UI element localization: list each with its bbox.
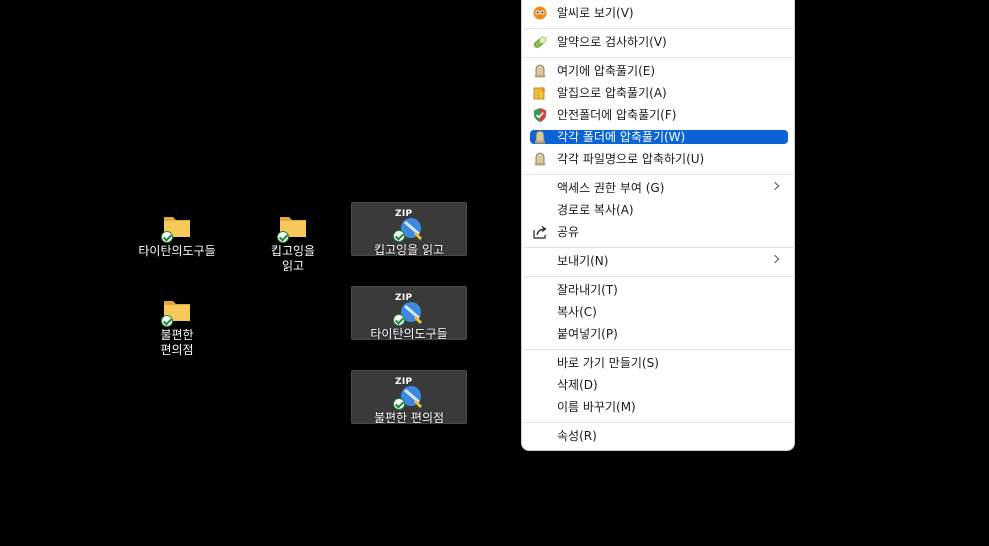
desktop-folder-store[interactable]: 불편한 편의점	[119, 288, 235, 358]
alzip-icon	[532, 85, 548, 101]
menu-item-delete[interactable]: 삭제(D)	[530, 377, 788, 393]
sync-check-icon	[161, 231, 173, 243]
zip-tag: ZIP	[395, 377, 413, 387]
menu-item-alsee-view[interactable]: 알씨로 보기(V)	[530, 5, 788, 21]
menu-separator	[523, 28, 795, 29]
chevron-right-icon	[770, 254, 780, 264]
safe-folder-icon	[532, 107, 548, 123]
chevron-right-icon	[770, 181, 780, 191]
menu-item-label: 액세스 권한 부여 (G)	[557, 181, 665, 195]
zip-archive-icon: ZIP	[393, 293, 425, 326]
share-icon	[532, 224, 548, 240]
menu-separator	[523, 174, 795, 175]
menu-item-label: 안전폴더에 압축풀기(F)	[557, 108, 677, 122]
menu-separator	[523, 422, 795, 423]
menu-item-alyac-scan[interactable]: 알약으로 검사하기(V)	[530, 34, 788, 50]
menu-item-send-to[interactable]: 보내기(N)	[530, 253, 788, 269]
sync-check-icon	[393, 230, 405, 242]
menu-item-label: 바로 가기 만들기(S)	[557, 356, 659, 370]
menu-item-copy-path[interactable]: 경로로 복사(A)	[530, 202, 788, 218]
menu-item-extract-alzip[interactable]: 알집으로 압축풀기(A)	[530, 85, 788, 101]
menu-item-properties[interactable]: 속성(R)	[530, 428, 788, 444]
alsee-icon	[532, 5, 548, 21]
desktop-zip-store[interactable]: ZIP 불편한 편의점	[351, 370, 467, 425]
sync-check-icon	[393, 398, 405, 410]
menu-item-grant-access[interactable]: 액세스 권한 부여 (G)	[530, 180, 788, 196]
menu-item-label: 붙여넣기(P)	[557, 327, 618, 341]
menu-item-extract-here[interactable]: 여기에 압축풀기(E)	[530, 63, 788, 79]
menu-item-extract-safe-folder[interactable]: 안전폴더에 압축풀기(F)	[530, 107, 788, 123]
desktop-zip-titan[interactable]: ZIP 타이탄의도구들	[351, 286, 467, 341]
menu-item-cut[interactable]: 잘라내기(T)	[530, 282, 788, 298]
zip-tag: ZIP	[395, 293, 413, 303]
desktop-icon-label: 불편한 편의점	[160, 328, 194, 357]
menu-item-label: 경로로 복사(A)	[557, 203, 634, 217]
alzip-extract-icon	[532, 129, 548, 145]
zip-tag: ZIP	[395, 209, 413, 219]
menu-item-label: 여기에 압축풀기(E)	[557, 64, 656, 78]
folder-icon	[161, 294, 193, 327]
context-menu: 알씨로 보기(V) 알약으로 검사하기(V) 여기에 압축풀기(E) 알집으로 …	[521, 0, 795, 451]
desktop-icon-label: 타이탄의도구들	[370, 327, 448, 341]
desktop-icon-label: 불편한 편의점	[373, 411, 445, 425]
menu-item-label: 속성(R)	[557, 429, 597, 443]
menu-item-label: 삭제(D)	[557, 378, 598, 392]
folder-icon	[161, 210, 193, 243]
alzip-extract-icon	[532, 63, 548, 79]
sync-check-icon	[277, 231, 289, 243]
menu-separator	[523, 57, 795, 58]
desktop-icon-label: 타이탄의도구들	[138, 244, 216, 258]
menu-item-rename[interactable]: 이름 바꾸기(M)	[530, 399, 788, 415]
menu-item-label: 보내기(N)	[557, 254, 609, 268]
menu-item-label: 잘라내기(T)	[557, 283, 618, 297]
alzip-extract-icon	[532, 151, 548, 167]
menu-item-label: 각각 파일명으로 압축하기(U)	[557, 152, 705, 166]
menu-item-label: 공유	[557, 225, 580, 239]
sync-check-icon	[393, 314, 405, 326]
menu-separator	[523, 276, 795, 277]
menu-separator	[523, 349, 795, 350]
menu-item-create-shortcut[interactable]: 바로 가기 만들기(S)	[530, 355, 788, 371]
menu-item-label: 복사(C)	[557, 305, 597, 319]
menu-item-label: 알씨로 보기(V)	[557, 6, 634, 20]
menu-item-extract-each-folder[interactable]: 각각 폴더에 압축풀기(W)	[530, 130, 788, 144]
desktop-zip-keepgoing[interactable]: ZIP 킵고잉을 읽고	[351, 202, 467, 257]
menu-item-paste[interactable]: 붙여넣기(P)	[530, 326, 788, 342]
menu-item-label: 각각 폴더에 압축풀기(W)	[557, 130, 686, 144]
desktop-icon-label: 킵고잉을 읽고	[270, 244, 316, 273]
menu-separator	[523, 247, 795, 248]
zip-archive-icon: ZIP	[393, 377, 425, 410]
sync-check-icon	[161, 315, 173, 327]
alyac-pill-icon	[532, 34, 548, 50]
desktop-icon-label: 킵고잉을 읽고	[373, 243, 445, 257]
zip-archive-icon: ZIP	[393, 209, 425, 242]
menu-item-share[interactable]: 공유	[530, 224, 788, 240]
menu-item-label: 알집으로 압축풀기(A)	[557, 86, 667, 100]
folder-icon	[277, 210, 309, 243]
menu-item-label: 알약으로 검사하기(V)	[557, 35, 667, 49]
desktop-folder-titan[interactable]: 타이탄의도구들	[119, 204, 235, 259]
desktop-folder-keepgoing[interactable]: 킵고잉을 읽고	[235, 204, 351, 274]
menu-item-compress-each-file[interactable]: 각각 파일명으로 압축하기(U)	[530, 151, 788, 167]
menu-item-label: 이름 바꾸기(M)	[557, 400, 636, 414]
menu-item-copy[interactable]: 복사(C)	[530, 304, 788, 320]
